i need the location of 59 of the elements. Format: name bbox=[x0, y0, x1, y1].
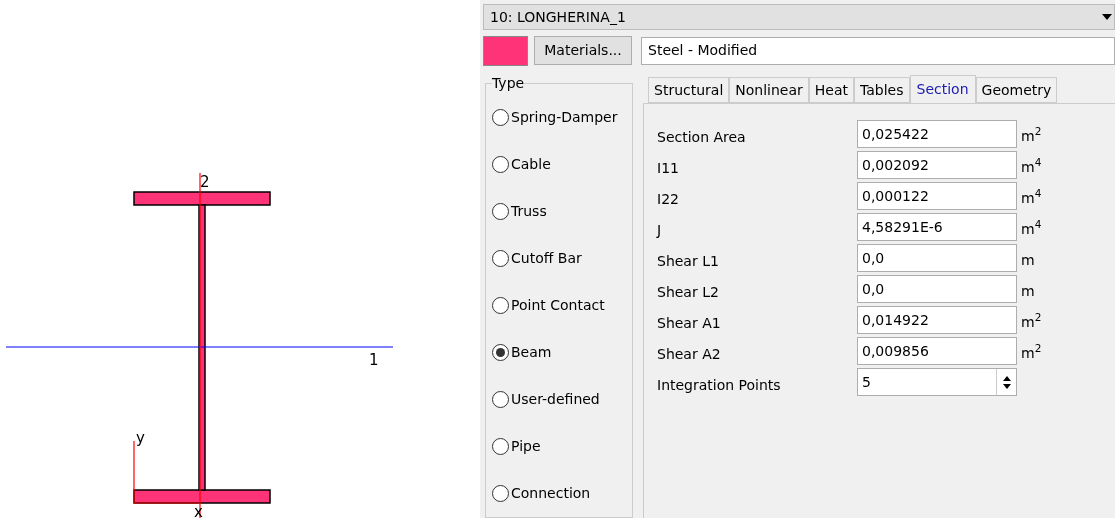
material-field[interactable]: Steel - Modified bbox=[641, 36, 1115, 65]
tab[interactable]: Geometry bbox=[975, 77, 1058, 103]
radio-label: Beam bbox=[511, 343, 552, 362]
value-field[interactable]: 0,000122 bbox=[857, 182, 1017, 210]
unit-label: m bbox=[1021, 281, 1035, 301]
axis-label: 2 bbox=[200, 173, 210, 191]
radio-button[interactable] bbox=[492, 109, 509, 126]
radio-button[interactable] bbox=[492, 250, 509, 267]
field-label: I22 bbox=[657, 189, 680, 209]
value-field[interactable]: 0,002092 bbox=[857, 151, 1017, 179]
radio-label: Point Contact bbox=[511, 296, 605, 315]
radio-label: Spring-Damper bbox=[511, 108, 618, 127]
element-dropdown[interactable]: 10: LONGHERINA_1 bbox=[483, 4, 1115, 31]
unit-label: m$^{2}$ bbox=[1021, 341, 1042, 363]
tab[interactable]: Structural bbox=[648, 77, 730, 103]
radio-label: Cutoff Bar bbox=[511, 249, 582, 268]
field-label: J bbox=[657, 220, 663, 240]
tab[interactable]: Section bbox=[909, 75, 976, 103]
color-swatch[interactable] bbox=[483, 35, 528, 66]
field-label: Integration Points bbox=[657, 375, 782, 395]
radio-button[interactable] bbox=[492, 391, 509, 408]
field-label: Shear L2 bbox=[657, 282, 720, 302]
tab[interactable]: Heat bbox=[808, 77, 855, 103]
caret-icon bbox=[1102, 14, 1112, 21]
radio-button[interactable] bbox=[492, 438, 509, 455]
radio-button[interactable] bbox=[492, 485, 509, 502]
value-field[interactable]: 0,009856 bbox=[857, 337, 1017, 365]
radio-label: Pipe bbox=[511, 437, 541, 456]
value-field[interactable]: 0,0 bbox=[857, 275, 1017, 303]
materials-button[interactable]: Materials... bbox=[534, 36, 632, 66]
unit-label: m$^{2}$ bbox=[1021, 124, 1042, 146]
unit-label: m bbox=[1021, 250, 1035, 270]
axis-label: y bbox=[136, 429, 145, 447]
group-title: Type bbox=[492, 74, 525, 93]
radio-button[interactable] bbox=[492, 344, 509, 361]
value-field[interactable]: 0,014922 bbox=[857, 306, 1017, 334]
value-field[interactable]: 0,0 bbox=[857, 244, 1017, 272]
radio-label: Truss bbox=[511, 202, 547, 221]
field-label: Shear L1 bbox=[657, 251, 720, 271]
unit-label: m$^{4}$ bbox=[1021, 186, 1042, 208]
tab[interactable]: Tables bbox=[854, 77, 910, 103]
value-field[interactable]: 0,025422 bbox=[857, 120, 1017, 148]
radio-button[interactable] bbox=[492, 203, 509, 220]
radio-label: Connection bbox=[511, 484, 591, 503]
unit-label: m$^{4}$ bbox=[1021, 155, 1042, 177]
field-label: Shear A1 bbox=[657, 313, 722, 333]
unit-label: m$^{4}$ bbox=[1021, 217, 1042, 239]
unit-label: m$^{2}$ bbox=[1021, 310, 1042, 332]
tab[interactable]: Nonlinear bbox=[729, 77, 809, 103]
field-label: I11 bbox=[657, 158, 680, 178]
radio-label: Cable bbox=[511, 155, 551, 174]
value-field[interactable]: 4,58291E-6 bbox=[857, 213, 1017, 241]
radio-label: User-defined bbox=[511, 390, 600, 409]
axis-label: 1 bbox=[369, 351, 379, 369]
field-label: Section Area bbox=[657, 127, 747, 147]
field-label: Shear A2 bbox=[657, 344, 722, 364]
spinner-field[interactable]: 5 bbox=[857, 368, 1017, 396]
radio-button[interactable] bbox=[492, 156, 509, 173]
radio-button[interactable] bbox=[492, 297, 509, 314]
